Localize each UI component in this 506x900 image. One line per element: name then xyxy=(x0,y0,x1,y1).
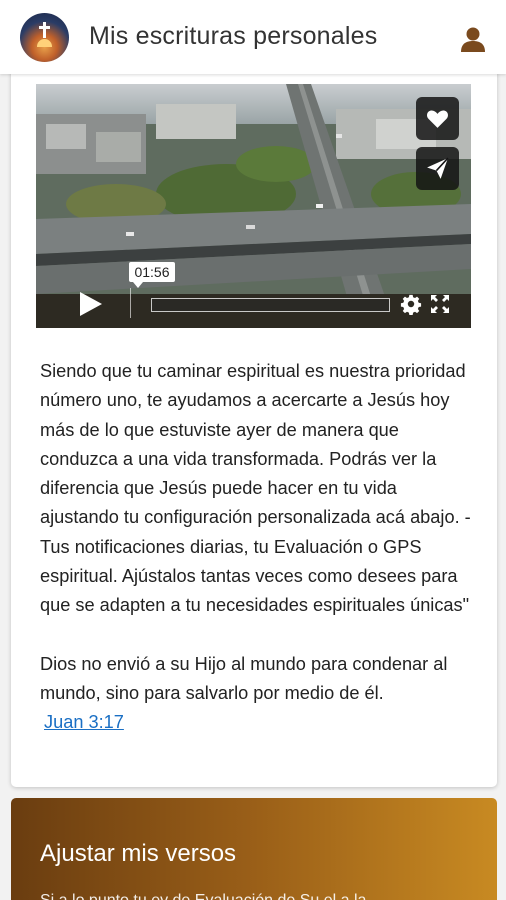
adjust-verses-card[interactable]: Ajustar mis versos Si a lo punto tu ev d… xyxy=(11,798,497,900)
play-button[interactable] xyxy=(76,290,104,318)
adjust-verses-title: Ajustar mis versos xyxy=(40,840,237,867)
app-header: Mis escrituras personales xyxy=(0,0,506,74)
fullscreen-button[interactable] xyxy=(430,294,450,314)
settings-icon xyxy=(400,294,422,315)
user-icon[interactable] xyxy=(458,24,488,54)
devotional-card: 01:56 Siendo que tu caminar espiritual e… xyxy=(11,64,497,787)
sunset-icon xyxy=(37,39,52,47)
play-icon xyxy=(80,292,102,316)
time-tooltip: 01:56 xyxy=(129,262,175,288)
verse-paragraph: Dios no envió a su Hijo al mundo para co… xyxy=(40,650,480,738)
heart-icon xyxy=(427,110,448,128)
playhead[interactable] xyxy=(130,288,131,318)
adjust-verses-description: Si a lo punto tu ev de Evaluación de Su … xyxy=(40,892,470,900)
app-screen: Mis escrituras personales 01:56 Siendo q… xyxy=(0,0,506,900)
verse-reference-link[interactable]: Juan 3:17 xyxy=(44,708,124,737)
send-icon xyxy=(427,157,449,179)
app-logo[interactable] xyxy=(20,13,69,62)
video-controls: 01:56 xyxy=(36,262,471,328)
share-button[interactable] xyxy=(416,147,459,190)
devotional-text: Siendo que tu caminar espiritual es nues… xyxy=(40,357,480,738)
cross-icon xyxy=(39,22,50,38)
verse-text: Dios no envió a su Hijo al mundo para co… xyxy=(40,653,448,703)
video-player[interactable]: 01:56 xyxy=(36,84,471,328)
settings-button[interactable] xyxy=(400,293,422,315)
page-title: Mis escrituras personales xyxy=(89,22,378,50)
fullscreen-icon xyxy=(431,295,449,313)
like-button[interactable] xyxy=(416,97,459,140)
intro-paragraph: Siendo que tu caminar espiritual es nues… xyxy=(40,361,471,616)
progress-bar[interactable] xyxy=(151,298,390,312)
